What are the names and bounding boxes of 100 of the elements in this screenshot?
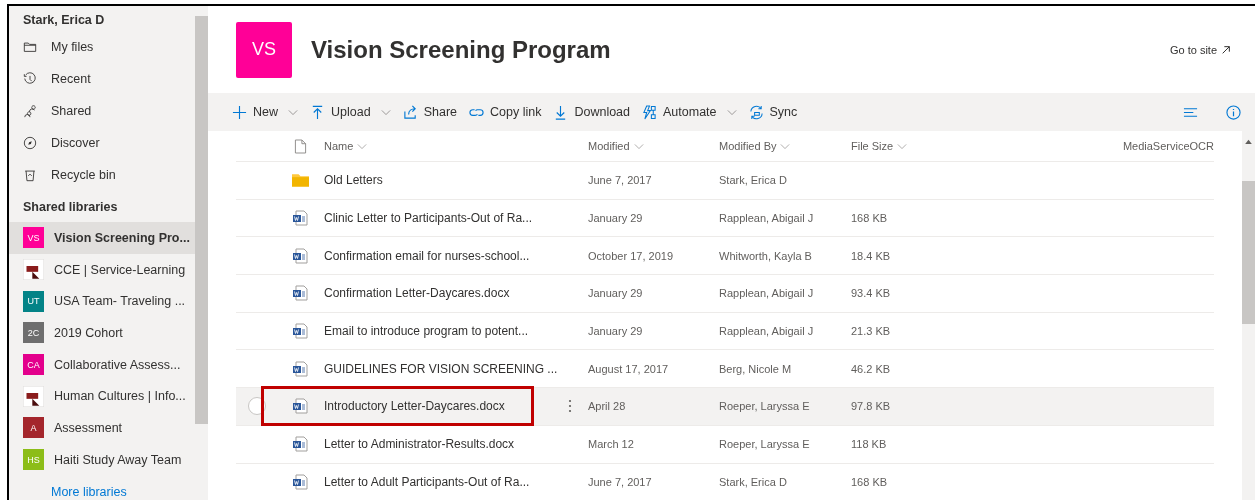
command-button[interactable]: Upload (304, 93, 397, 131)
chevron-down-icon (726, 108, 737, 116)
file-size: 97.8 KB (851, 400, 891, 413)
plus-icon (232, 104, 247, 120)
scrollbar[interactable] (1242, 131, 1255, 500)
file-size: 168 KB (851, 212, 888, 225)
file-name-link[interactable]: Letter to Adult Participants-Out of Ra... (324, 464, 530, 499)
section-heading: Shared libraries (22, 199, 119, 216)
library-item[interactable]: Human Cultures | Info... (9, 380, 195, 413)
library-item[interactable]: VS Vision Screening Pro... (9, 222, 195, 254)
file-row[interactable]: Confirmation Letter-Daycares.docx January 29 Rapplean, Abigail J 93.4 KB (236, 275, 1214, 313)
chevron-down-icon (633, 142, 644, 150)
go-to-site-link[interactable]: Go to site (1169, 43, 1231, 56)
folder-icon (291, 173, 309, 188)
site-tile: 2C (23, 322, 44, 344)
file-row[interactable]: Introductory Letter-Daycares.docx April 28 Roeper, Laryssa E 97.8 KB (236, 388, 1214, 426)
modified-date: June 7, 2017 (588, 475, 652, 488)
column-header[interactable]: Modified (588, 140, 644, 152)
word-document-icon (292, 360, 308, 377)
file-name-link[interactable]: Clinic Letter to Participants-Out of Ra... (324, 201, 533, 236)
modified-date: June 7, 2017 (588, 174, 652, 187)
flow-icon (642, 104, 657, 120)
file-row[interactable]: Old Letters June 7, 2017 Stark, Erica D (236, 162, 1214, 200)
chevron-down-icon (780, 142, 791, 150)
modified-by: Berg, Nicole M (719, 362, 792, 375)
file-row[interactable]: Confirmation email for nurses-school... October 17, 2019 Whitworth, Kayla B 18.4 KB (236, 237, 1214, 276)
library-item[interactable]: UT USA Team- Traveling ... (9, 285, 195, 318)
site-thumbnail-icon (23, 385, 44, 407)
modified-by: Stark, Erica D (719, 475, 787, 488)
chevron-down-icon (288, 108, 298, 116)
modified-by: Roeper, Laryssa E (719, 400, 810, 413)
nav-item[interactable]: Shared (9, 95, 195, 127)
command-button[interactable]: Copy link (463, 93, 548, 131)
file-name-link[interactable]: GUIDELINES FOR VISION SCREENING ... (324, 351, 558, 386)
more-libraries-link[interactable]: More libraries (9, 475, 195, 499)
file-size: 21.3 KB (851, 325, 891, 338)
word-document-icon (292, 473, 308, 490)
library-item[interactable]: HS Haiti Study Away Team (9, 443, 195, 476)
modified-date: August 17, 2017 (588, 362, 669, 375)
site-title: Vision Screening Program (311, 35, 612, 64)
modified-by: Roeper, Laryssa E (719, 438, 810, 451)
user-name: Stark, Erica D (22, 12, 106, 29)
column-header[interactable]: Modified By (719, 140, 791, 152)
site-tile: VS (23, 227, 44, 249)
clock-icon (23, 72, 37, 86)
file-name-link[interactable]: Confirmation Letter-Daycares.docx (324, 276, 510, 311)
file-name-link[interactable]: Confirmation email for nurses-school... (324, 238, 530, 273)
site-tile: UT (23, 290, 44, 312)
chevron-down-icon (357, 142, 368, 150)
compass-icon (23, 136, 37, 150)
file-size: 46.2 KB (851, 362, 891, 375)
file-row[interactable]: Letter to Administrator-Results.docx March 12 Roeper, Laryssa E 118 KB (236, 425, 1214, 464)
file-row[interactable]: Clinic Letter to Participants-Out of Ra... January 29 Rapplean, Abigail J 168 KB (236, 199, 1214, 238)
word-document-icon (292, 436, 308, 453)
file-row[interactable]: Email to introduce program to potent... January 29 Rapplean, Abigail J 21.3 KB (236, 312, 1214, 351)
file-name-link[interactable]: Old Letters (324, 163, 383, 198)
modified-date: March 12 (588, 438, 634, 451)
column-header[interactable]: Name (324, 140, 368, 152)
info-icon (1226, 104, 1241, 120)
modified-date: April 28 (588, 400, 626, 413)
column-header[interactable]: File Size (851, 140, 908, 152)
scroll-up-icon[interactable] (1245, 139, 1252, 144)
nav-item[interactable]: Discover (9, 127, 195, 159)
library-item[interactable]: CA Collaborative Assess... (9, 348, 195, 381)
column-header[interactable]: MediaServiceOCR (1122, 140, 1214, 152)
nav-item[interactable]: Recycle bin (9, 159, 195, 191)
modified-by: Rapplean, Abigail J (719, 287, 814, 300)
modified-date: January 29 (588, 287, 643, 300)
modified-date: January 29 (588, 325, 643, 338)
upload-icon (310, 104, 325, 120)
file-row[interactable]: Letter to Adult Participants-Out of Ra... June 7, 2017 Stark, Erica D 168 KB (236, 463, 1214, 500)
recycle-bin-icon (23, 168, 37, 182)
file-name-link[interactable]: Email to introduce program to potent... (324, 314, 529, 349)
command-button[interactable]: Download (547, 93, 636, 131)
word-document-icon (292, 323, 308, 340)
word-document-icon (292, 398, 308, 415)
command-button[interactable]: Sync (742, 93, 804, 131)
arrow-icon (1221, 44, 1231, 55)
modified-by: Stark, Erica D (719, 174, 787, 187)
file-size: 93.4 KB (851, 287, 891, 300)
site-tile: HS (23, 449, 44, 471)
command-button[interactable]: Automate (636, 93, 743, 131)
file-size: 168 KB (851, 475, 888, 488)
share-icon (402, 104, 418, 120)
word-document-icon (292, 210, 308, 227)
modified-by: Whitworth, Kayla B (719, 249, 812, 262)
chevron-down-icon (380, 108, 391, 116)
library-item[interactable]: CCE | Service-Learning (9, 253, 195, 286)
command-button[interactable]: New (226, 93, 304, 131)
library-item[interactable]: 2C 2019 Cohort (9, 317, 195, 349)
file-name-link[interactable]: Letter to Administrator-Results.docx (324, 427, 515, 462)
file-size: 18.4 KB (851, 249, 891, 262)
library-item[interactable]: A Assessment (9, 412, 195, 444)
nav-item[interactable]: Recent (9, 63, 195, 95)
site-tile: CA (23, 354, 44, 376)
more-options-icon[interactable] (568, 399, 572, 414)
file-name-link[interactable]: Introductory Letter-Daycares.docx (264, 389, 531, 424)
command-button[interactable]: Share (396, 93, 463, 131)
modified-by: Rapplean, Abigail J (719, 212, 814, 225)
nav-item[interactable]: My files (9, 31, 195, 63)
